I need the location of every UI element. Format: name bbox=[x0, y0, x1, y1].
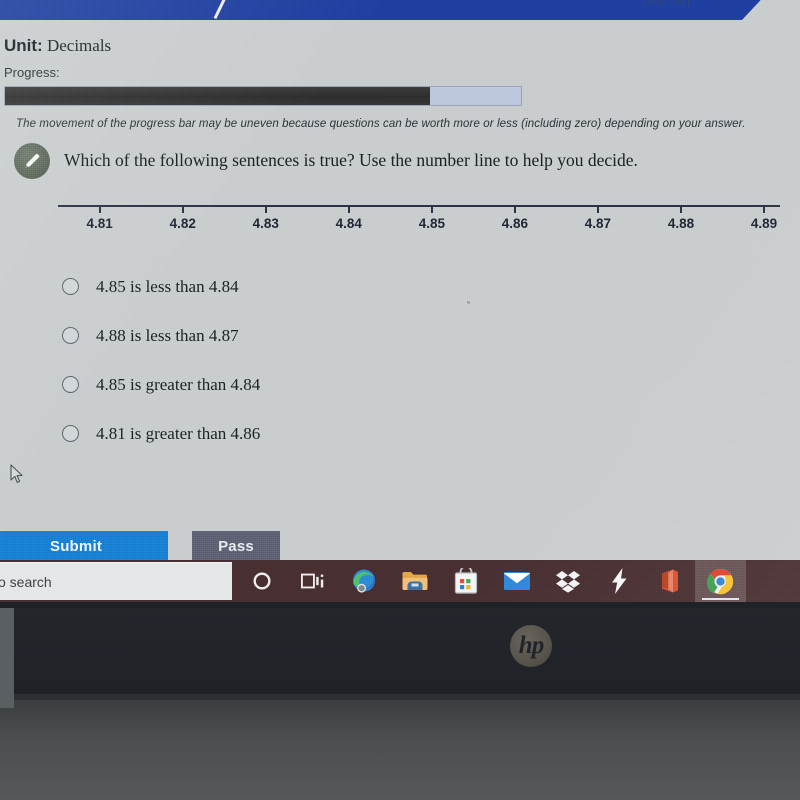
submit-button[interactable]: Submit bbox=[0, 531, 168, 562]
taskbar-item-office[interactable] bbox=[644, 560, 695, 602]
answer-option-label: 4.81 is greater than 4.86 bbox=[96, 423, 261, 443]
number-line-tick bbox=[430, 206, 433, 213]
number-line-tick-label: 4.87 bbox=[584, 216, 612, 231]
taskbar-item-cortana[interactable] bbox=[236, 560, 287, 602]
number-line-tick-label: 4.86 bbox=[501, 216, 529, 231]
number-line: 4.81 4.82 4.83 4.84 4.85 4.86 4.87 4.88 4.89 bbox=[58, 205, 780, 249]
answer-option-b[interactable]: 4.88 is less than 4.87 bbox=[62, 311, 682, 360]
taskbar-search-input[interactable]: o search bbox=[0, 562, 232, 600]
taskbar-item-lightning[interactable] bbox=[593, 560, 644, 602]
edge-icon bbox=[350, 567, 378, 595]
radio-button-d[interactable] bbox=[62, 425, 79, 442]
radio-button-b[interactable] bbox=[62, 327, 79, 344]
unit-name-label: Decimals bbox=[46, 36, 112, 55]
answer-options: 4.85 is less than 4.84 4.88 is less than … bbox=[62, 262, 682, 458]
chrome-icon bbox=[707, 568, 734, 595]
unit-heading: Unit: Decimals bbox=[4, 36, 111, 56]
banner-title: Unit Test bbox=[642, 0, 691, 8]
number-line-tick-label: 4.83 bbox=[252, 216, 279, 231]
mail-icon bbox=[503, 570, 531, 592]
number-line-tick bbox=[513, 206, 516, 213]
answer-option-c[interactable]: 4.85 is greater than 4.84 bbox=[62, 360, 682, 409]
mouse-cursor bbox=[10, 464, 26, 491]
laptop-side-strip bbox=[0, 608, 14, 708]
number-line-tick bbox=[98, 206, 101, 213]
office-icon bbox=[658, 568, 682, 594]
pass-button[interactable]: Pass bbox=[192, 531, 280, 562]
progress-bar bbox=[4, 86, 522, 106]
task-view-icon bbox=[300, 571, 325, 591]
answer-option-label: 4.88 is less than 4.87 bbox=[96, 325, 239, 345]
number-line-tick-label: 4.81 bbox=[86, 216, 113, 231]
answer-option-a[interactable]: 4.85 is less than 4.84 bbox=[62, 262, 682, 311]
unit-prefix-label: Unit: bbox=[4, 36, 43, 55]
desk-surface bbox=[0, 700, 800, 800]
number-line-tick-label: 4.89 bbox=[750, 216, 778, 231]
taskbar-item-file-explorer[interactable] bbox=[389, 560, 440, 602]
number-line-tick-label: 4.85 bbox=[418, 216, 445, 231]
taskbar-item-microsoft-store[interactable] bbox=[440, 560, 491, 602]
taskbar-icon-strip bbox=[236, 560, 746, 602]
answer-option-d[interactable]: 4.81 is greater than 4.86 bbox=[62, 409, 682, 458]
number-line-tick bbox=[596, 206, 599, 213]
taskbar-item-edge[interactable] bbox=[338, 560, 389, 602]
lightning-icon bbox=[609, 568, 629, 594]
number-line-axis bbox=[58, 205, 780, 207]
answer-option-label: 4.85 is greater than 4.84 bbox=[96, 374, 261, 394]
pencil-icon bbox=[14, 143, 50, 179]
radio-button-a[interactable] bbox=[62, 278, 79, 295]
cortana-icon bbox=[251, 570, 273, 592]
file-explorer-icon bbox=[401, 569, 429, 593]
number-line-tick-label: 4.82 bbox=[169, 216, 196, 231]
taskbar-item-dropbox[interactable] bbox=[542, 560, 593, 602]
number-line-tick bbox=[181, 206, 184, 213]
number-line-tick bbox=[347, 206, 350, 213]
taskbar-search-placeholder: o search bbox=[0, 573, 52, 590]
taskbar-item-chrome[interactable] bbox=[695, 560, 746, 602]
number-line-tick bbox=[763, 206, 765, 213]
laptop-photo: hp Unit Test Unit: Decimals Progress: Th… bbox=[0, 0, 800, 800]
taskbar-item-task-view[interactable] bbox=[287, 560, 338, 602]
progress-note: The movement of the progress bar may be … bbox=[16, 118, 746, 130]
number-line-tick-label: 4.88 bbox=[667, 216, 695, 231]
question-text: Which of the following sentences is true… bbox=[64, 150, 638, 170]
laptop-screen: Unit Test Unit: Decimals Progress: The m… bbox=[0, 0, 800, 602]
answer-option-label: 4.85 is less than 4.84 bbox=[96, 276, 239, 296]
dropbox-icon bbox=[555, 569, 581, 593]
number-line-tick bbox=[679, 206, 682, 213]
progress-label: Progress: bbox=[4, 65, 60, 80]
taskbar-item-mail[interactable] bbox=[491, 560, 542, 602]
number-line-tick-label: 4.84 bbox=[335, 216, 362, 231]
hp-logo: hp bbox=[510, 625, 552, 667]
progress-bar-fill bbox=[5, 87, 430, 105]
radio-button-c[interactable] bbox=[62, 376, 79, 393]
microsoft-store-icon bbox=[454, 568, 478, 594]
number-line-tick bbox=[264, 206, 267, 213]
